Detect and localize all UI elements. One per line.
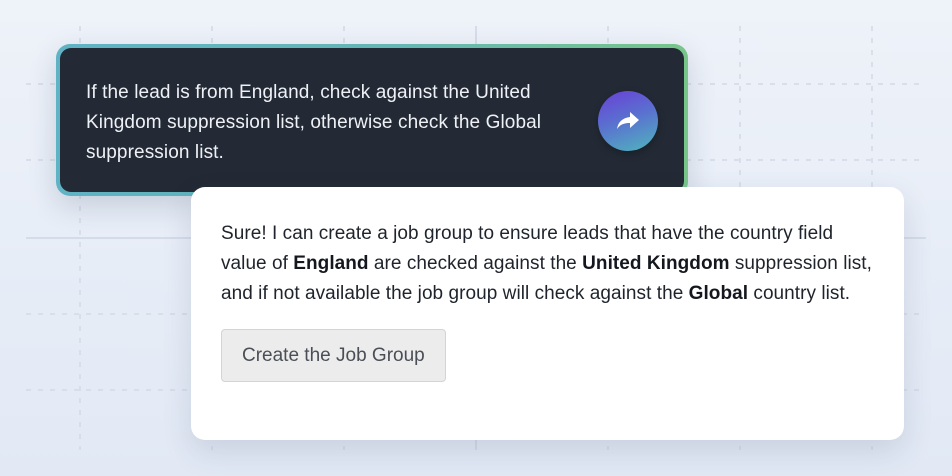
response-card: Sure! I can create a job group to ensure…	[191, 187, 904, 440]
suppression-list-name-uk: United Kingdom	[582, 253, 730, 274]
prompt-card: If the lead is from England, check again…	[56, 44, 688, 196]
response-text-part: country list.	[748, 283, 851, 304]
response-text-part: are checked against the	[368, 253, 583, 274]
send-button[interactable]	[598, 91, 658, 151]
prompt-inner: If the lead is from England, check again…	[60, 48, 684, 192]
response-text: Sure! I can create a job group to ensure…	[221, 219, 874, 309]
prompt-text: If the lead is from England, check again…	[86, 82, 542, 163]
create-job-group-button[interactable]: Create the Job Group	[221, 329, 446, 382]
country-name-england: England	[293, 253, 369, 274]
suppression-list-name-global: Global	[688, 283, 749, 304]
share-arrow-icon	[617, 112, 639, 129]
